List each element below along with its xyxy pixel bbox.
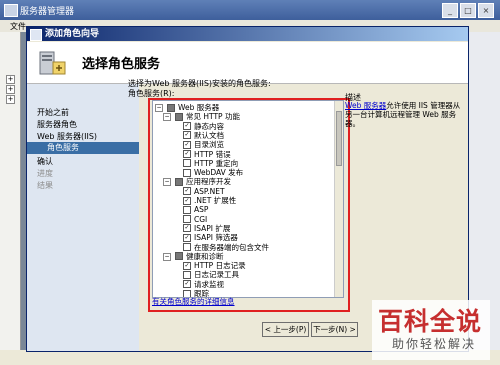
page-title: 选择角色服务 bbox=[82, 57, 161, 72]
dialog-titlebar: 添加角色向导 bbox=[27, 27, 468, 41]
step-results: 结果 bbox=[37, 181, 53, 190]
server-role-icon bbox=[39, 51, 66, 75]
window-controls: _ □ × bbox=[442, 3, 494, 18]
wizard-icon bbox=[30, 29, 42, 41]
step-before-you-begin[interactable]: 开始之前 bbox=[37, 107, 69, 118]
step-server-roles[interactable]: 服务器角色 bbox=[37, 119, 77, 130]
step-role-services[interactable]: 角色服务 bbox=[27, 142, 139, 154]
back-button[interactable]: < 上一步(P) bbox=[262, 322, 309, 337]
tree-expand-icon[interactable]: + bbox=[6, 95, 15, 104]
wizard-steps-nav: 开始之前 服务器角色 Web 服务器(IIS) 角色服务 确认 进度 结果 bbox=[27, 84, 139, 351]
watermark-title: 百科全说 bbox=[378, 307, 483, 336]
next-button[interactable]: 下一步(N) > bbox=[311, 322, 358, 337]
dialog-title: 添加角色向导 bbox=[45, 29, 100, 39]
maximize-button[interactable]: □ bbox=[460, 3, 476, 18]
tree-expand-icon[interactable]: + bbox=[6, 75, 15, 84]
highlight-frame bbox=[148, 98, 350, 312]
more-info-link[interactable]: 有关角色服务的详细信息 bbox=[152, 296, 235, 307]
watermark-subtitle: 助你轻松解决 bbox=[392, 337, 477, 351]
step-web-server-iis[interactable]: Web 服务器(IIS) bbox=[37, 131, 97, 142]
watermark: 百科全说 助你轻松解决 bbox=[372, 300, 490, 360]
minimize-button[interactable]: _ bbox=[442, 3, 458, 18]
close-button[interactable]: × bbox=[478, 3, 494, 18]
description-link[interactable]: Web 服务器 bbox=[345, 101, 386, 110]
description-text: Web 服务器允许使用 IIS 管理器从另一台计算机远程管理 Web 服务器。 bbox=[345, 101, 465, 128]
step-progress: 进度 bbox=[37, 169, 53, 178]
server-manager-app-icon bbox=[4, 4, 18, 17]
tree-expand-icon[interactable]: + bbox=[6, 85, 15, 94]
menu-file[interactable]: 文件 bbox=[10, 21, 26, 32]
server-manager-title: 服务器管理器 bbox=[20, 7, 75, 17]
step-confirmation[interactable]: 确认 bbox=[37, 156, 53, 167]
server-manager-titlebar: 服务器管理器 _ □ × bbox=[0, 0, 500, 20]
server-tree-pane: + + + bbox=[0, 32, 21, 365]
